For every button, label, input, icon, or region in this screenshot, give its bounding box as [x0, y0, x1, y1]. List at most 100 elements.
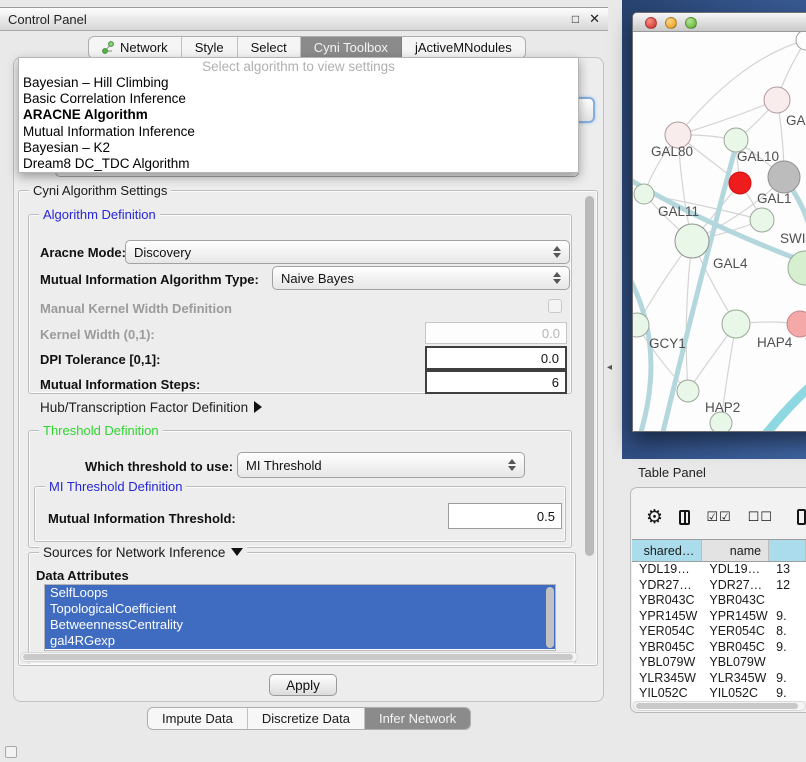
- table-row[interactable]: YDR27…YDR27…12: [632, 578, 806, 594]
- network-edge[interactable]: [766, 374, 806, 432]
- data-attribute-item[interactable]: TopologicalCoefficient: [45, 601, 555, 617]
- network-window-titlebar[interactable]: [633, 13, 806, 32]
- minimize-traffic-light-icon[interactable]: [665, 17, 677, 29]
- table-row[interactable]: YPR145WYPR145W9.: [632, 609, 806, 625]
- table-cell: 9.: [769, 671, 806, 687]
- table-body[interactable]: YDL19…YDL19…13YDR27…YDR27…12YBR043CYBR04…: [632, 562, 806, 701]
- mi-threshold-label: Mutual Information Threshold:: [48, 511, 236, 526]
- float-window-icon[interactable]: □: [572, 12, 579, 26]
- deselect-all-checkboxes-icon[interactable]: ☐☐: [748, 509, 773, 525]
- tab-select[interactable]: Select: [238, 37, 301, 58]
- network-node[interactable]: [675, 224, 709, 258]
- algorithm-option[interactable]: Basic Correlation Inference: [19, 91, 578, 107]
- tab-network-label: Network: [120, 40, 168, 55]
- apply-button[interactable]: Apply: [269, 674, 337, 696]
- network-window: GALGAL80GAL10GAL1GAL11SWI4GAL4GCY1HAP4YH…: [632, 12, 806, 432]
- tab-infer-network[interactable]: Infer Network: [365, 708, 470, 729]
- network-canvas[interactable]: GALGAL80GAL10GAL1GAL11SWI4GAL4GCY1HAP4YH…: [633, 32, 806, 432]
- tab-discretize-data[interactable]: Discretize Data: [248, 708, 365, 729]
- select-all-checkboxes-icon[interactable]: ☑☑: [706, 509, 731, 525]
- algorithm-option[interactable]: Bayesian – K2: [19, 140, 578, 156]
- table-horizontal-scrollbar-track[interactable]: [633, 701, 806, 711]
- algorithm-popup-list: Bayesian – Hill ClimbingBasic Correlatio…: [19, 75, 578, 172]
- table-cell: 9.: [769, 640, 806, 656]
- table-row[interactable]: YBR043CYBR043C: [632, 593, 806, 609]
- table-row[interactable]: YBL079WYBL079W: [632, 655, 806, 671]
- network-node[interactable]: [787, 311, 806, 337]
- settings-horizontal-scrollbar-thumb[interactable]: [23, 654, 573, 660]
- which-threshold-combobox[interactable]: MI Threshold: [237, 452, 525, 478]
- algorithm-option[interactable]: Bayesian – Hill Climbing: [19, 75, 578, 91]
- data-attribute-item[interactable]: BetweennessCentrality: [45, 617, 555, 633]
- algorithm-option[interactable]: Dream8 DC_TDC Algorithm: [19, 156, 578, 172]
- sources-title[interactable]: Sources for Network Inference: [39, 545, 247, 560]
- tab-impute-data[interactable]: Impute Data: [148, 708, 248, 729]
- algorithm-option[interactable]: Mutual Information Inference: [19, 124, 578, 140]
- network-node[interactable]: [764, 87, 790, 113]
- table-row[interactable]: YDL19…YDL19…13: [632, 562, 806, 578]
- table-row[interactable]: YIL052CYIL052C9.: [632, 686, 806, 701]
- apply-button-label: Apply: [286, 678, 320, 693]
- mi-algorithm-type-value: Naive Bayes: [281, 271, 354, 286]
- network-edge[interactable]: [633, 270, 651, 432]
- settings-horizontal-scrollbar-track[interactable]: [20, 652, 578, 662]
- network-node[interactable]: [722, 310, 750, 338]
- table-cell: YPR145W: [632, 609, 702, 625]
- table-cell: YER054C: [702, 624, 769, 640]
- manual-kernel-width-checkbox[interactable]: [548, 299, 562, 313]
- table-cell: [769, 655, 806, 671]
- table-cell: YBL079W: [632, 655, 702, 671]
- panel-collapse-arrow-icon[interactable]: ◂: [607, 362, 612, 373]
- kernel-width-field[interactable]: 0.0: [425, 322, 567, 344]
- network-node[interactable]: [750, 208, 774, 232]
- zoom-traffic-light-icon[interactable]: [685, 17, 697, 29]
- aracne-mode-combobox[interactable]: Discovery: [125, 240, 570, 264]
- mi-threshold-field[interactable]: 0.5: [448, 503, 562, 529]
- tab-network[interactable]: Network: [89, 37, 182, 58]
- kernel-width-label: Kernel Width (0,1):: [40, 327, 155, 342]
- table-cell: YBR045C: [702, 640, 769, 656]
- tab-jactivemnodules[interactable]: jActiveMNodules: [402, 37, 525, 58]
- dpi-tolerance-value: 0.0: [541, 351, 559, 366]
- tab-style-label: Style: [195, 40, 224, 55]
- tab-impute-data-label: Impute Data: [162, 711, 233, 726]
- table-column-header[interactable]: [769, 540, 806, 561]
- data-attribute-item[interactable]: gal4RGexp: [45, 633, 555, 649]
- network-node-label: GCY1: [649, 336, 686, 351]
- network-node[interactable]: [710, 412, 732, 432]
- tab-cyni-toolbox[interactable]: Cyni Toolbox: [301, 37, 402, 58]
- mi-steps-field[interactable]: 6: [425, 370, 567, 394]
- columns-icon[interactable]: [679, 510, 690, 525]
- table-row[interactable]: YBR045CYBR045C9.: [632, 640, 806, 656]
- network-node-label: HAP2: [705, 400, 740, 415]
- close-traffic-light-icon[interactable]: [645, 17, 657, 29]
- network-node[interactable]: [634, 184, 654, 204]
- table-column-header[interactable]: shared…: [632, 540, 702, 561]
- document-icon[interactable]: [797, 509, 806, 525]
- gear-icon[interactable]: ⚙: [646, 506, 663, 529]
- data-attributes-list[interactable]: SelfLoopsTopologicalCoefficientBetweenne…: [44, 584, 556, 651]
- attributes-vertical-scrollbar[interactable]: [546, 587, 554, 648]
- network-node[interactable]: [677, 380, 699, 402]
- settings-vertical-scrollbar[interactable]: [585, 196, 594, 556]
- table-cell: 12: [769, 578, 806, 594]
- mi-algorithm-type-combobox[interactable]: Naive Bayes: [272, 266, 570, 290]
- close-window-icon[interactable]: ✕: [589, 11, 600, 27]
- dpi-tolerance-field[interactable]: 0.0: [425, 346, 567, 370]
- which-threshold-label: Which threshold to use:: [85, 459, 233, 474]
- table-row[interactable]: YLR345WYLR345W9.: [632, 671, 806, 687]
- table-horizontal-scrollbar-thumb[interactable]: [636, 703, 798, 709]
- table-cell: YBR043C: [702, 593, 769, 609]
- network-node[interactable]: [768, 161, 800, 193]
- network-node-label: GAL10: [737, 149, 779, 164]
- network-node[interactable]: [729, 172, 751, 194]
- table-row[interactable]: YER054CYER054C8.: [632, 624, 806, 640]
- table-column-header[interactable]: name: [702, 540, 769, 561]
- collapsed-arrow-icon: [254, 401, 262, 413]
- data-attribute-item[interactable]: SelfLoops: [45, 585, 555, 601]
- network-node[interactable]: [796, 32, 806, 50]
- algorithm-option[interactable]: ARACNE Algorithm: [19, 107, 578, 123]
- hub-definition-toggle[interactable]: Hub/Transcription Factor Definition: [40, 400, 262, 415]
- cytopanel-mini-icon[interactable]: [5, 746, 17, 758]
- tab-style[interactable]: Style: [182, 37, 238, 58]
